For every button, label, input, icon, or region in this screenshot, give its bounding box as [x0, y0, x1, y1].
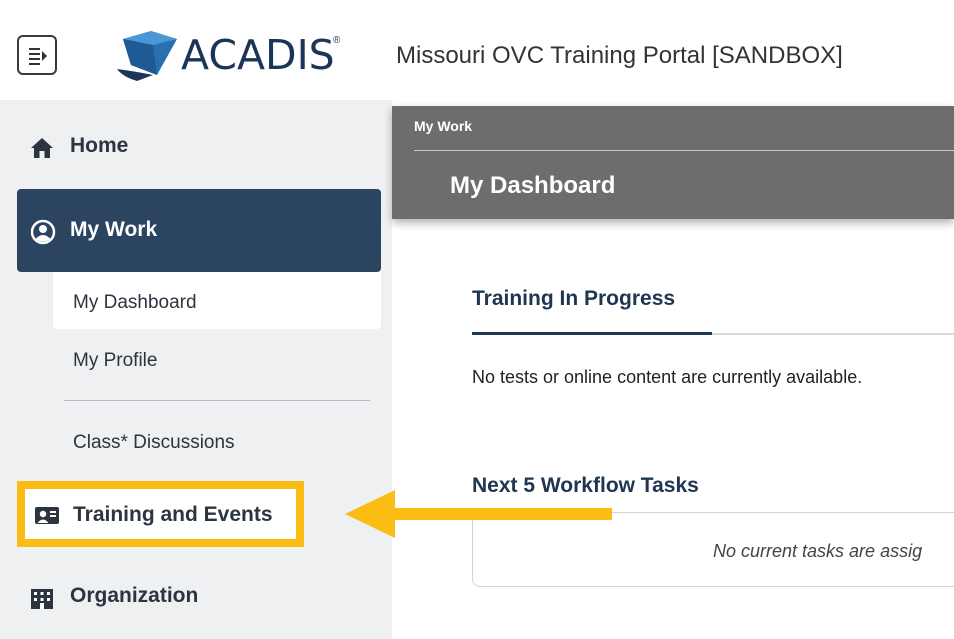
sidebar-item-label: Home: [70, 134, 129, 157]
tasks-empty-message: No current tasks are assig: [713, 541, 923, 561]
building-icon: [31, 589, 53, 609]
training-presenter-icon: [35, 507, 59, 524]
sidebar-nav: Home My Work My Dashboard My Profile Cla…: [0, 100, 392, 639]
acadis-logo[interactable]: ACADIS ®: [113, 25, 348, 85]
page-title: My Dashboard: [450, 172, 616, 199]
sidebar-subitem-class-discussions[interactable]: Class* Discussions: [73, 432, 235, 454]
home-icon: [31, 138, 53, 158]
active-tab-indicator: [472, 332, 712, 335]
sidebar-item-label: My Work: [70, 218, 158, 241]
header-divider: [414, 150, 954, 151]
menu-toggle-button[interactable]: [17, 35, 57, 75]
sidebar-item-training-and-events[interactable]: Training and Events: [17, 481, 304, 547]
collapse-menu-icon: [29, 48, 47, 65]
sidebar-divider: [64, 400, 370, 401]
user-circle-icon: [30, 219, 56, 245]
sidebar-item-label: Organization: [70, 584, 199, 607]
arrow-left-icon: [345, 490, 612, 538]
sidebar-subitem-my-dashboard[interactable]: My Dashboard: [53, 272, 381, 329]
sidebar-subitem-label: My Dashboard: [73, 292, 197, 313]
sidebar-subitem-my-profile[interactable]: My Profile: [73, 350, 157, 372]
page-header: My Work My Dashboard: [392, 106, 954, 219]
sidebar-item-my-work[interactable]: My Work: [17, 189, 381, 272]
logo-text: ACADIS: [181, 31, 335, 79]
portal-title: Missouri OVC Training Portal [SANDBOX]: [396, 42, 843, 69]
logo-registered-mark: ®: [333, 35, 341, 46]
app-header: ACADIS ® Missouri OVC Training Portal [S…: [0, 0, 954, 100]
training-empty-message: No tests or online content are currently…: [472, 367, 863, 387]
tab-training-in-progress[interactable]: Training In Progress: [472, 287, 675, 311]
breadcrumb[interactable]: My Work: [414, 118, 472, 134]
acadis-logo-icon: [117, 31, 177, 81]
sidebar-item-label: Training and Events: [73, 503, 273, 526]
